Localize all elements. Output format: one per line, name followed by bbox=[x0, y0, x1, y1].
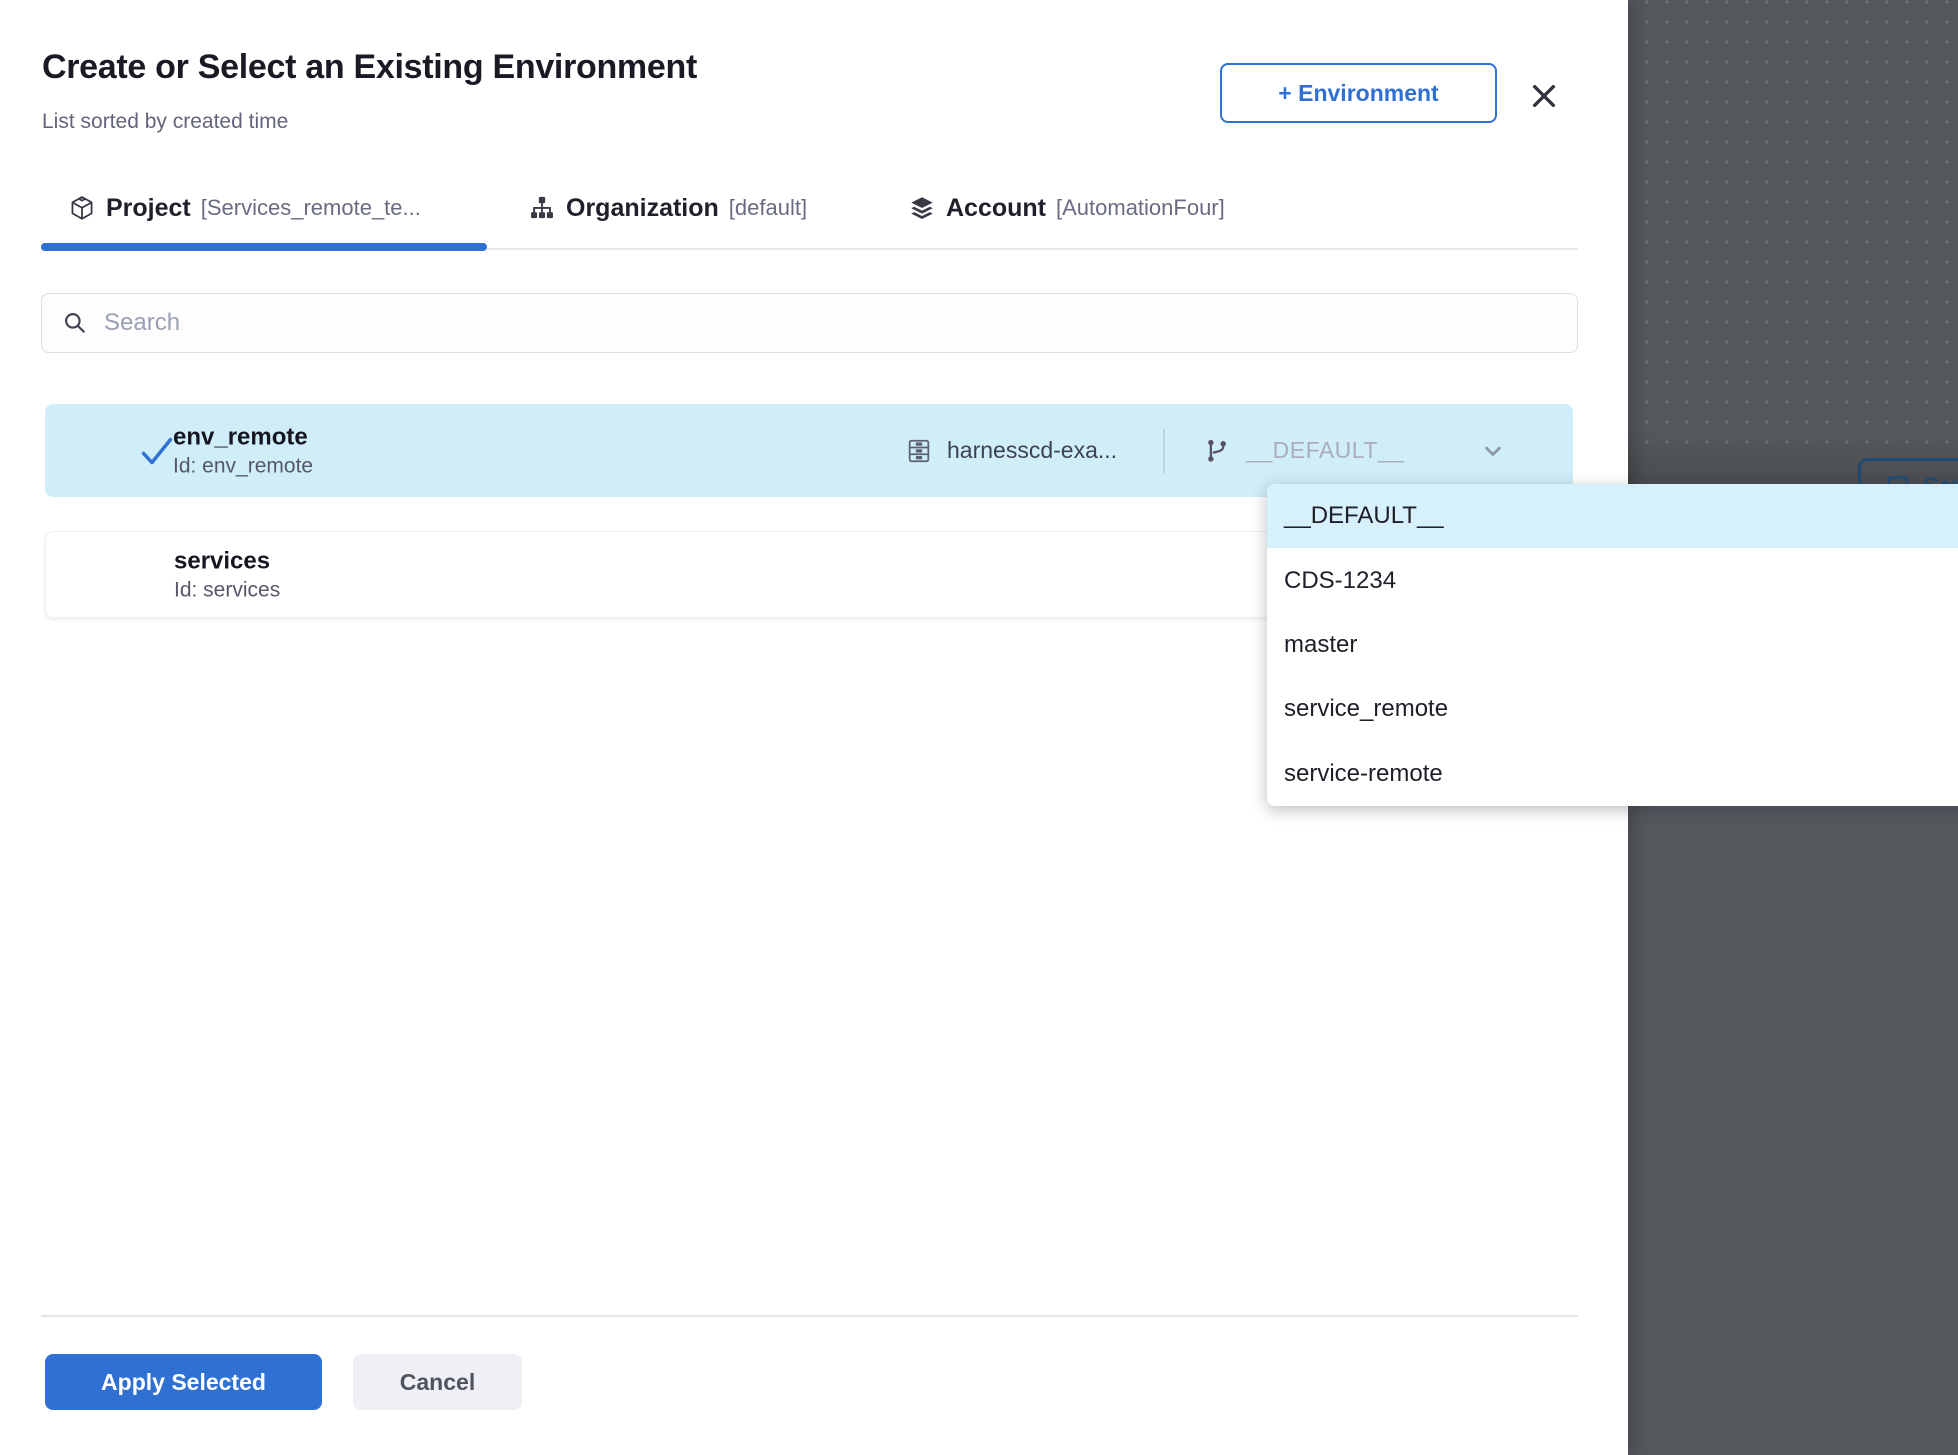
tab-account-scope: [AutomationFour] bbox=[1056, 195, 1225, 221]
repo-name: harnesscd-exa... bbox=[947, 437, 1117, 464]
branch-option-service-dash-remote[interactable]: service-remote bbox=[1267, 742, 1958, 806]
tab-organization-scope: [default] bbox=[729, 195, 807, 221]
environment-id: Id: services bbox=[174, 578, 280, 602]
repo-icon bbox=[905, 437, 933, 465]
tab-organization-label: Organization bbox=[566, 194, 719, 223]
git-branch-icon bbox=[1203, 437, 1230, 464]
apply-selected-button[interactable]: Apply Selected bbox=[45, 1354, 322, 1410]
modal-title: Create or Select an Existing Environment bbox=[42, 48, 697, 87]
footer-divider bbox=[41, 1315, 1578, 1317]
active-tab-underline bbox=[41, 243, 487, 251]
branch-select-value[interactable]: __DEFAULT__ bbox=[1246, 437, 1404, 464]
org-icon bbox=[528, 194, 556, 222]
canvas-dot-grid bbox=[1628, 0, 1958, 452]
branch-dropdown-menu: __DEFAULT__ CDS-1234 master service_remo… bbox=[1267, 484, 1958, 806]
branch-option-cds-1234[interactable]: CDS-1234 bbox=[1267, 548, 1958, 612]
check-icon bbox=[138, 432, 176, 470]
new-environment-button[interactable]: + Environment bbox=[1220, 63, 1497, 123]
branch-option-service-underscore-remote[interactable]: service_remote bbox=[1267, 677, 1958, 741]
branch-option-master[interactable]: master bbox=[1267, 613, 1958, 677]
search-box bbox=[41, 293, 1578, 353]
environment-id: Id: env_remote bbox=[173, 454, 313, 478]
tab-project-scope: [Services_remote_te... bbox=[201, 195, 421, 221]
close-icon[interactable] bbox=[1526, 78, 1562, 114]
layers-icon bbox=[908, 194, 936, 222]
tab-account[interactable]: Account [AutomationFour] bbox=[908, 190, 1225, 226]
meta-divider bbox=[1163, 429, 1165, 473]
environment-name: env_remote bbox=[173, 423, 313, 451]
chevron-down-icon[interactable] bbox=[1479, 437, 1507, 465]
tab-project-label: Project bbox=[106, 194, 191, 223]
environment-name: services bbox=[174, 547, 280, 575]
cube-icon bbox=[68, 194, 96, 222]
cancel-button[interactable]: Cancel bbox=[353, 1354, 522, 1410]
modal-subtitle: List sorted by created time bbox=[42, 110, 288, 134]
tab-account-label: Account bbox=[946, 194, 1046, 223]
branch-option-default[interactable]: __DEFAULT__ bbox=[1267, 484, 1958, 548]
search-icon bbox=[62, 310, 88, 336]
search-input[interactable] bbox=[104, 309, 1577, 337]
screen: Save Create or Select an Existing Enviro… bbox=[0, 0, 1958, 1455]
tab-project[interactable]: Project [Services_remote_te... bbox=[68, 190, 421, 226]
tab-organization[interactable]: Organization [default] bbox=[528, 190, 807, 226]
